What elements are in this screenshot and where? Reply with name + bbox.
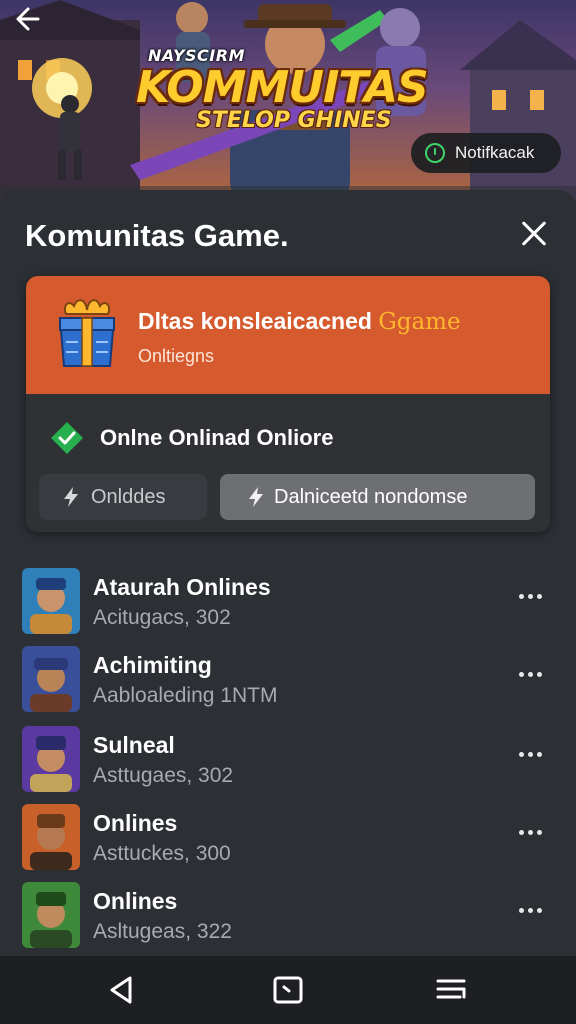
nav-home-button[interactable] bbox=[270, 972, 306, 1008]
logo-tagline: STELOP GHINES bbox=[196, 108, 392, 133]
card-subtitle: Onltiegns bbox=[138, 346, 215, 366]
status-text: Onlne Onlinad Onliore bbox=[100, 425, 334, 450]
online-status: Onlne Onlinad Onliore bbox=[50, 421, 333, 455]
arrow-left-icon bbox=[16, 7, 40, 31]
item-meta: Asttuckes, 300 bbox=[93, 842, 231, 865]
game-logo: NAYSCIRM KOMMUITAS STELOP GHINES bbox=[130, 40, 460, 140]
system-nav-bar bbox=[0, 956, 576, 1024]
nav-recents-button[interactable] bbox=[434, 972, 470, 1008]
card-header: Dltas konsleaicacned Ggame Onltiegns bbox=[26, 276, 550, 394]
item-name: Ataurah Onlines bbox=[93, 574, 271, 600]
list-item[interactable]: Onlines Asttuckes, 300 bbox=[0, 802, 576, 874]
list-item[interactable]: Achimiting Aabloaleding 1NTM bbox=[0, 644, 576, 716]
power-icon bbox=[425, 143, 445, 163]
card-title: Dltas konsleaicacned Ggame bbox=[138, 308, 461, 335]
list-item[interactable]: Onlines Asltugeas, 322 bbox=[0, 880, 576, 952]
more-options-button[interactable] bbox=[512, 744, 548, 764]
more-options-button[interactable] bbox=[512, 900, 548, 920]
item-meta: Aabloaleding 1NTM bbox=[93, 684, 278, 707]
bolt-icon bbox=[249, 487, 263, 507]
notification-label: Notifkacak bbox=[455, 143, 535, 162]
avatar bbox=[22, 882, 80, 948]
item-meta: Asltugeas, 322 bbox=[93, 920, 232, 943]
item-meta: Acitugacs, 302 bbox=[93, 606, 231, 629]
sheet-title: Komunitas Game. bbox=[25, 218, 289, 253]
nav-back-button[interactable] bbox=[104, 972, 140, 1008]
more-options-button[interactable] bbox=[512, 664, 548, 684]
gift-box-icon bbox=[58, 299, 116, 367]
card-title-accent: Ggame bbox=[378, 309, 461, 335]
list-item[interactable]: Sulneal Asttugaes, 302 bbox=[0, 724, 576, 796]
bolt-icon bbox=[64, 487, 78, 507]
community-card: Dltas konsleaicacned Ggame Onltiegns Onl… bbox=[26, 276, 550, 532]
item-name: Sulneal bbox=[93, 732, 175, 758]
list-item[interactable]: Ataurah Onlines Acitugacs, 302 bbox=[0, 566, 576, 638]
avatar bbox=[22, 568, 80, 634]
item-name: Onlines bbox=[93, 888, 178, 914]
avatar bbox=[22, 804, 80, 870]
avatar-body bbox=[30, 614, 72, 634]
card-title-text: Dltas konsleaicacned bbox=[138, 308, 372, 334]
download-button[interactable]: Dalniceetd nondomse bbox=[220, 474, 535, 520]
online-button[interactable]: Onlddes bbox=[39, 474, 207, 520]
download-button-label: Dalniceetd nondomse bbox=[274, 485, 468, 508]
back-button[interactable] bbox=[14, 6, 54, 42]
menu-lines-icon bbox=[436, 979, 466, 999]
item-name: Achimiting bbox=[93, 652, 212, 678]
logo-title: KOMMUITAS bbox=[136, 62, 429, 113]
notification-chip[interactable]: Notifkacak bbox=[411, 133, 561, 173]
app-screen: NAYSCIRM KOMMUITAS STELOP GHINES Notifka… bbox=[0, 0, 576, 1024]
item-meta: Asttugaes, 302 bbox=[93, 764, 234, 787]
close-button[interactable] bbox=[512, 212, 556, 256]
square-home-icon bbox=[273, 976, 303, 1004]
online-button-label: Onlddes bbox=[91, 485, 166, 508]
more-options-button[interactable] bbox=[512, 822, 548, 842]
avatar bbox=[22, 726, 80, 792]
triangle-back-icon bbox=[110, 976, 132, 1004]
more-options-button[interactable] bbox=[512, 586, 548, 606]
check-diamond-icon bbox=[51, 422, 83, 454]
hero-banner: NAYSCIRM KOMMUITAS STELOP GHINES Notifka… bbox=[0, 0, 576, 200]
avatar bbox=[22, 646, 80, 712]
item-name: Onlines bbox=[93, 810, 178, 836]
